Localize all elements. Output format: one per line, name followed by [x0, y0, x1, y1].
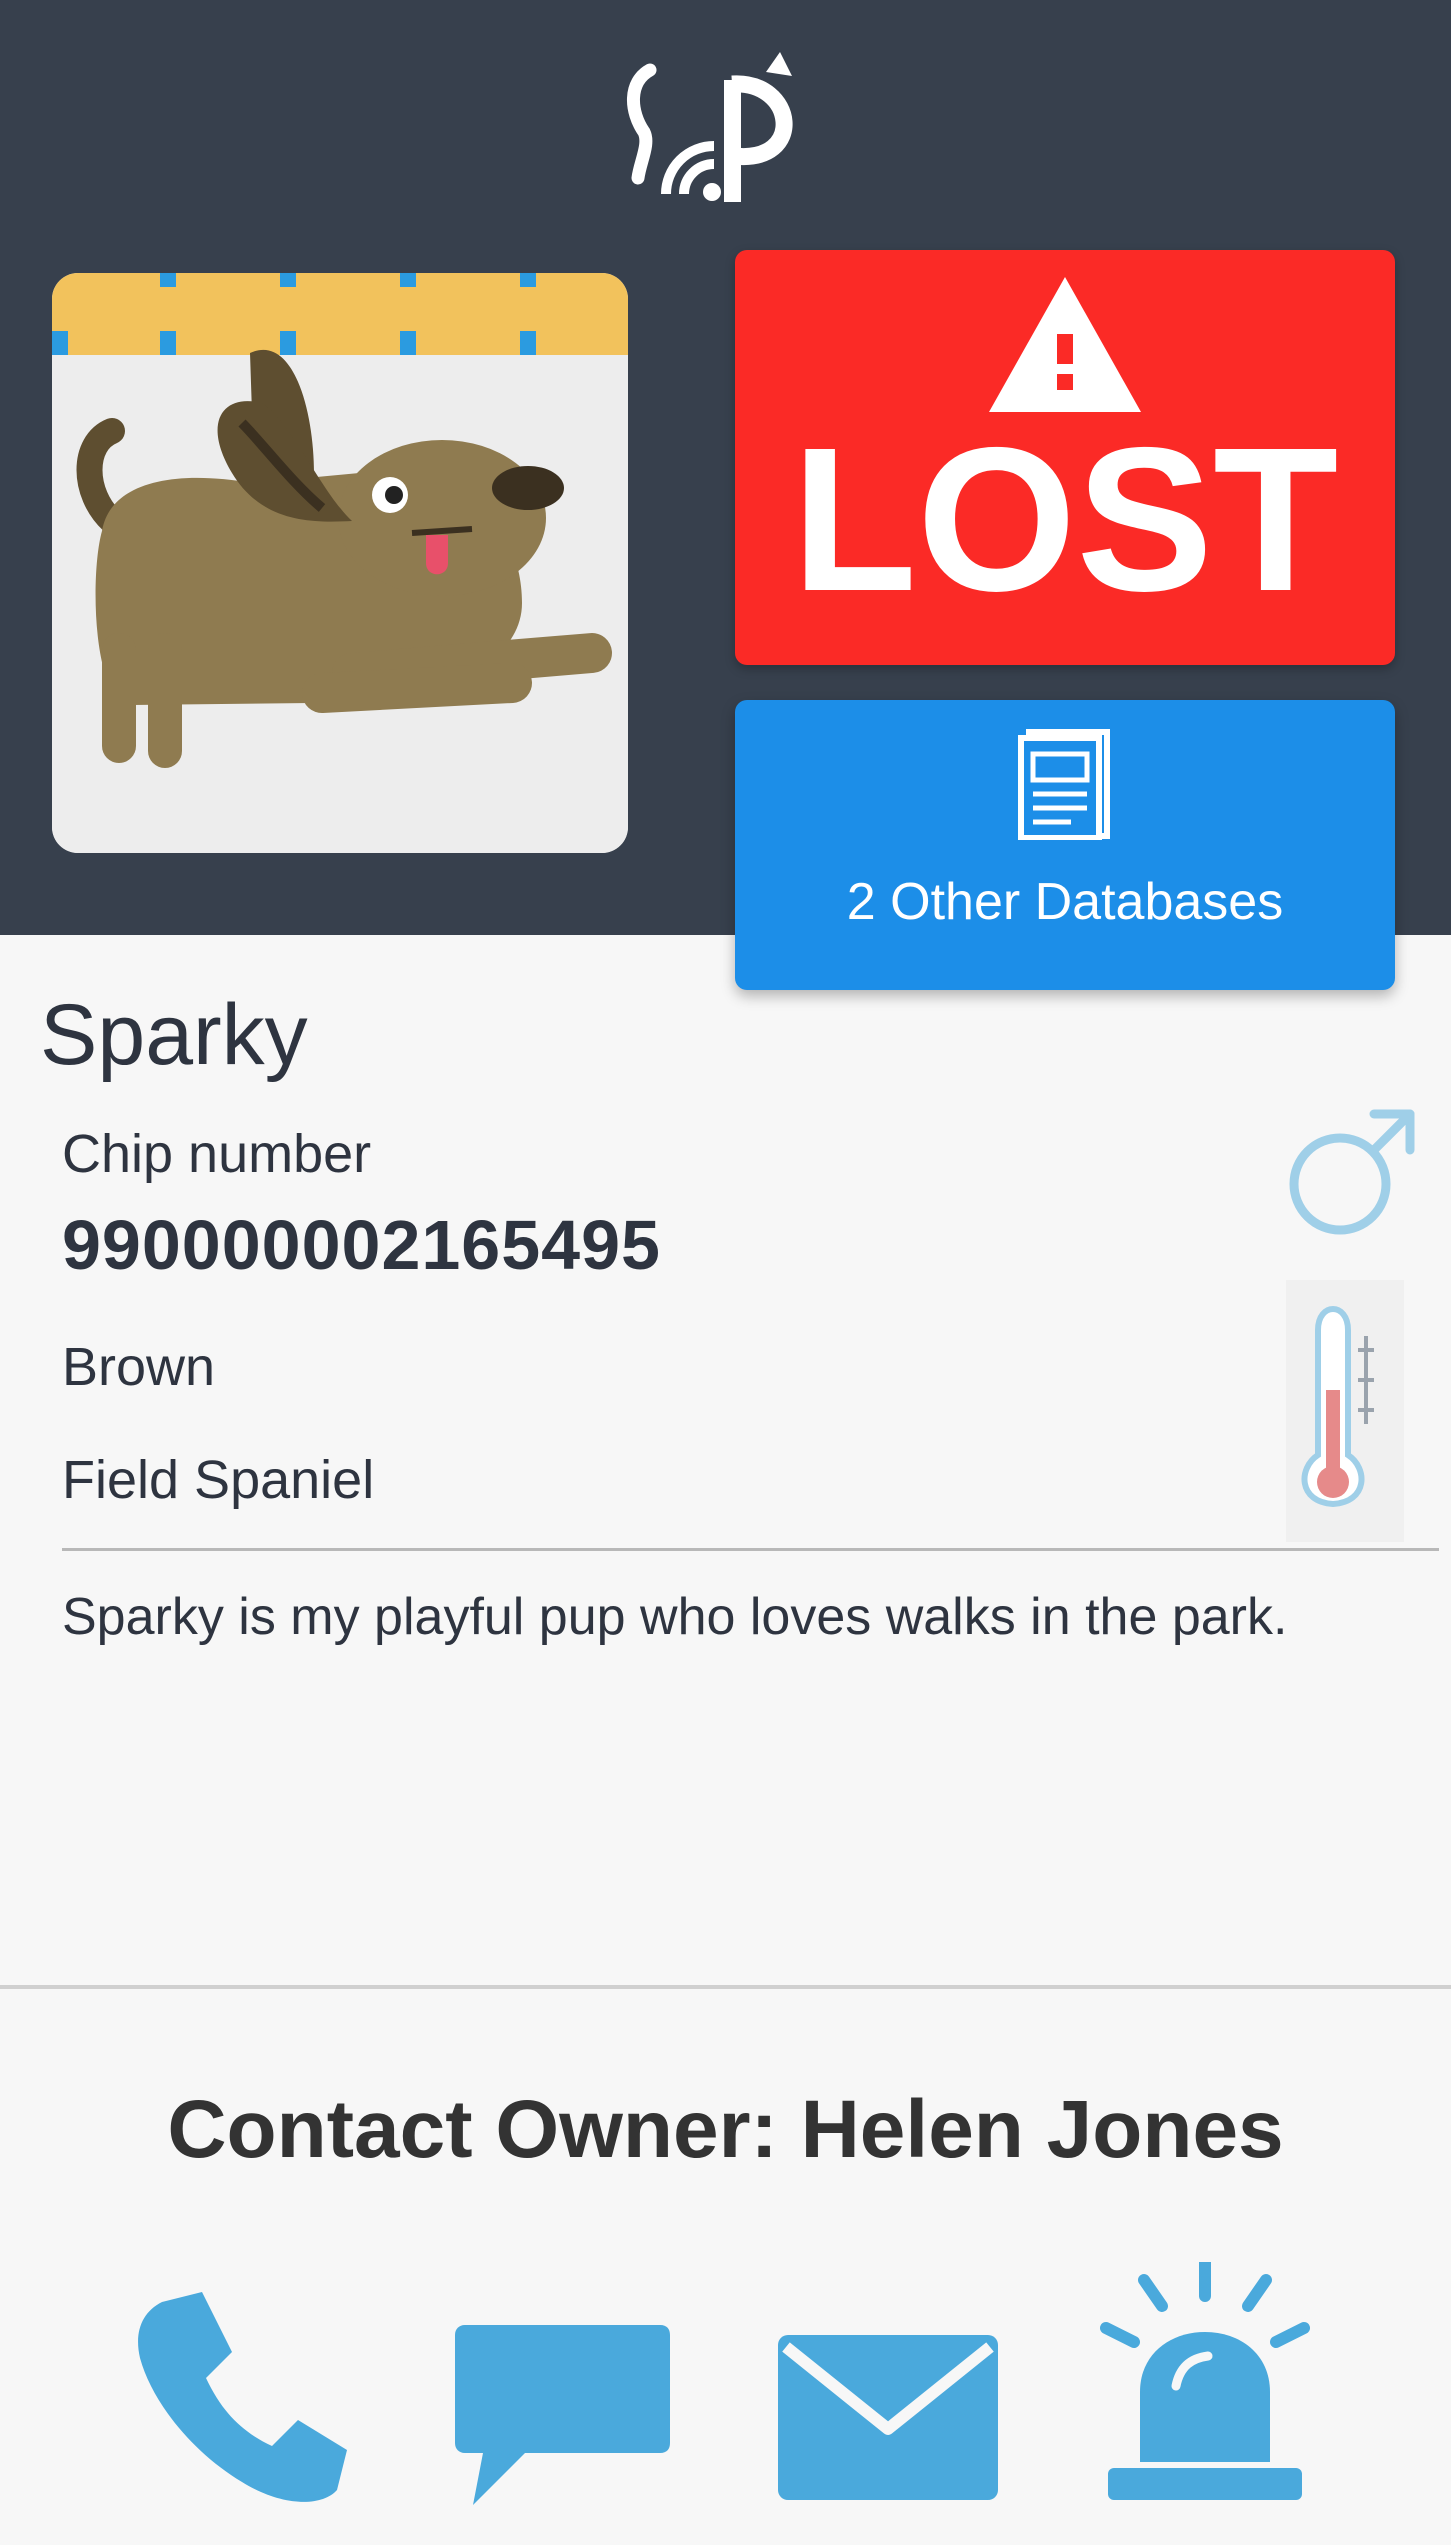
- other-databases-button[interactable]: 2 Other Databases: [735, 700, 1395, 990]
- section-divider: [0, 1985, 1451, 1989]
- pet-name: Sparky: [40, 987, 308, 1083]
- report-alarm-button[interactable]: [1100, 2256, 1310, 2500]
- lost-status-button[interactable]: LOST: [735, 250, 1395, 665]
- dog-illustration: [52, 273, 628, 853]
- chip-number-value: 990000002165495: [62, 1206, 661, 1284]
- warning-triangle-icon: [989, 277, 1141, 412]
- thermometer-icon: [1301, 1306, 1374, 1508]
- call-owner-button[interactable]: [132, 2292, 347, 2507]
- email-owner-button[interactable]: [778, 2335, 998, 2500]
- thermometer-panel: [1286, 1280, 1404, 1542]
- chat-bubble-icon: [455, 2325, 670, 2505]
- contact-owner-heading: Contact Owner: Helen Jones: [167, 2084, 1284, 2175]
- siren-icon: [1100, 2256, 1310, 2500]
- pet-description: Sparky is my playful pup who loves walks…: [62, 1588, 1288, 1646]
- message-owner-button[interactable]: [455, 2325, 670, 2520]
- document-icon: [1018, 729, 1110, 840]
- envelope-icon: [778, 2335, 998, 2500]
- details-divider: [62, 1548, 1439, 1551]
- pet-color: Brown: [62, 1337, 216, 1397]
- other-databases-label: 2 Other Databases: [846, 873, 1284, 931]
- phone-icon: [138, 2292, 347, 2502]
- lost-label: LOST: [791, 405, 1339, 634]
- pet-breed: Field Spaniel: [62, 1450, 375, 1510]
- pet-photo[interactable]: [52, 273, 628, 853]
- male-icon: [1289, 1109, 1415, 1235]
- app-logo-icon: [627, 52, 793, 202]
- chip-number-label: Chip number: [62, 1124, 372, 1184]
